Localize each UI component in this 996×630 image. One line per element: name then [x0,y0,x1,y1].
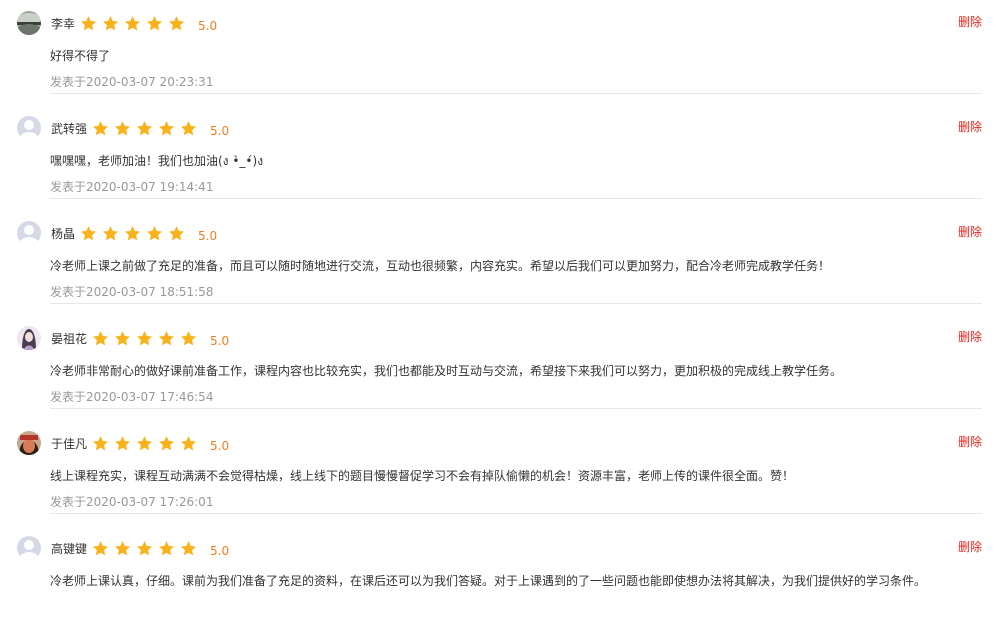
star-icon [81,15,97,30]
rating-stars [80,225,190,242]
reviewer-name[interactable]: 晏祖花 [51,330,87,347]
review-time: 发表于2020-03-07 17:46:54 [50,390,214,404]
review-item: 高键键 5.0 删除 冷老师上课认真，仔细。课前为我们准备了充足的资料，在课后还… [0,525,996,630]
star-icon [103,15,119,30]
star-icon [159,330,175,345]
star-icon [169,225,185,240]
delete-button[interactable]: 删除 [958,13,982,30]
review-time: 发表于2020-03-07 18:51:58 [50,285,214,299]
avatar[interactable] [17,221,41,245]
star-icon [159,540,175,555]
reviewer-name[interactable]: 杨晶 [51,225,75,242]
review-content: 冷老师非常耐心的做好课前准备工作，课程内容也比较充实，我们也都能及时互动与交流，… [50,364,843,378]
star-icon [137,540,153,555]
review-content: 嘿嘿嘿，老师加油！我们也加油(ง •̀_•́)ง [50,154,264,168]
rating-stars [92,330,202,347]
reviewer-name[interactable]: 武转强 [51,120,87,137]
star-icon [137,330,153,345]
star-icon [181,540,197,555]
review-content: 冷老师上课之前做了充足的准备，而且可以随时随地进行交流，互动也很频繁，内容充实。… [50,259,831,273]
rating-score: 5.0 [198,229,218,243]
review-header: 晏祖花 5.0 [17,325,229,351]
review-time: 发表于2020-03-07 20:23:31 [50,75,214,89]
rating-score: 5.0 [210,334,230,348]
avatar[interactable] [17,11,41,35]
delete-button[interactable]: 删除 [958,433,982,450]
review-header: 武转强 5.0 [17,115,229,141]
star-icon [81,225,97,240]
star-icon [181,435,197,450]
star-icon [125,225,141,240]
reviewer-name[interactable]: 高键键 [51,540,87,557]
star-icon [125,15,141,30]
avatar[interactable] [17,431,41,455]
reviewer-name[interactable]: 于佳凡 [51,435,87,452]
review-header: 杨晶 5.0 [17,220,217,246]
star-icon [137,120,153,135]
star-icon [93,330,109,345]
review-content: 线上课程充实，课程互动满满不会觉得枯燥，线上线下的题目慢慢督促学习不会有掉队偷懒… [50,469,795,483]
star-icon [159,120,175,135]
divider [50,303,982,304]
delete-button[interactable]: 删除 [958,223,982,240]
star-icon [115,540,131,555]
star-icon [159,435,175,450]
review-header: 于佳凡 5.0 [17,430,229,456]
avatar[interactable] [17,116,41,140]
star-icon [115,435,131,450]
delete-button[interactable]: 删除 [958,118,982,135]
star-icon [103,225,119,240]
review-time: 发表于2020-03-07 19:14:41 [50,180,214,194]
review-item: 武转强 5.0 删除 嘿嘿嘿，老师加油！我们也加油(ง •̀_•́)ง 发表于2… [0,105,996,210]
rating-stars [92,435,202,452]
star-icon [93,120,109,135]
star-icon [169,15,185,30]
divider [50,513,982,514]
review-item: 于佳凡 5.0 删除 线上课程充实，课程互动满满不会觉得枯燥，线上线下的题目慢慢… [0,420,996,525]
rating-stars [92,540,202,557]
star-icon [115,330,131,345]
star-icon [115,120,131,135]
review-item: 李幸 5.0 删除 好得不得了 发表于2020-03-07 20:23:31 [0,0,996,105]
rating-score: 5.0 [210,544,230,558]
rating-stars [80,15,190,32]
review-header: 李幸 5.0 [17,10,217,36]
star-icon [147,225,163,240]
rating-stars [92,120,202,137]
star-icon [137,435,153,450]
reviewer-name[interactable]: 李幸 [51,15,75,32]
divider [50,93,982,94]
divider [50,198,982,199]
star-icon [147,15,163,30]
review-item: 晏祖花 5.0 删除 冷老师非常耐心的做好课前准备工作，课程内容也比较充实，我们… [0,315,996,420]
star-icon [93,540,109,555]
delete-button[interactable]: 删除 [958,538,982,555]
avatar[interactable] [17,326,41,350]
star-icon [93,435,109,450]
review-list: 李幸 5.0 删除 好得不得了 发表于2020-03-07 20:23:31 武… [0,0,996,630]
review-content: 好得不得了 [50,49,111,63]
review-time: 发表于2020-03-07 17:26:01 [50,495,214,509]
review-header: 高键键 5.0 [17,535,229,561]
avatar[interactable] [17,536,41,560]
delete-button[interactable]: 删除 [958,328,982,345]
review-item: 杨晶 5.0 删除 冷老师上课之前做了充足的准备，而且可以随时随地进行交流，互动… [0,210,996,315]
star-icon [181,330,197,345]
rating-score: 5.0 [210,439,230,453]
rating-score: 5.0 [210,124,230,138]
rating-score: 5.0 [198,19,218,33]
review-content: 冷老师上课认真，仔细。课前为我们准备了充足的资料，在课后还可以为我们答疑。对于上… [50,574,927,588]
divider [50,408,982,409]
star-icon [181,120,197,135]
